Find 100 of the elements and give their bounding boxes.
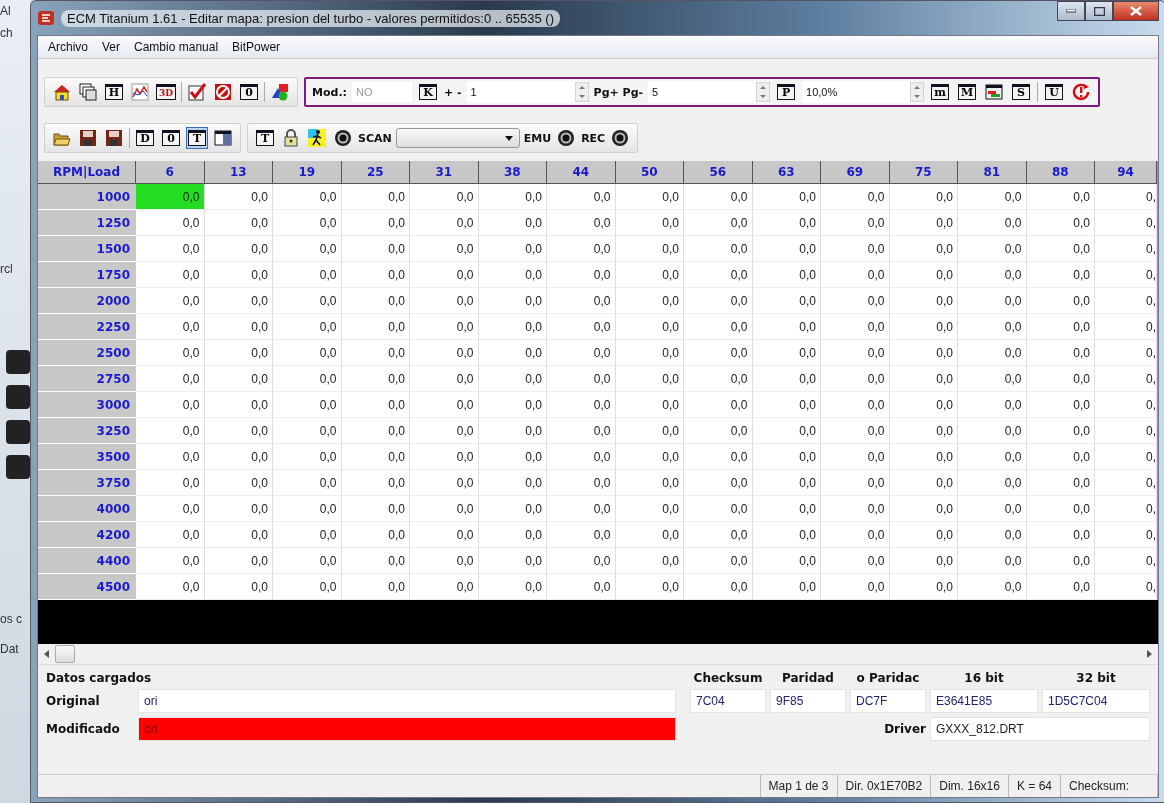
table-cell[interactable]: 0,0 <box>1026 496 1095 522</box>
table-cell[interactable]: 0,0 <box>273 418 342 444</box>
table-cell[interactable]: 0,0 <box>615 496 684 522</box>
table-cell[interactable]: 0,0 <box>615 236 684 262</box>
table-cell[interactable]: 0,0 <box>547 288 616 314</box>
table-cell[interactable]: 0,0 <box>341 314 410 340</box>
table-cell[interactable]: 0,0 <box>478 366 547 392</box>
table-cell[interactable]: 0,0 <box>547 418 616 444</box>
table-cell[interactable]: 0,0 <box>958 184 1027 210</box>
table-cell[interactable]: 0,0 <box>615 392 684 418</box>
table-cell[interactable]: 0,0 <box>821 548 890 574</box>
table-cell[interactable]: 0,0 <box>136 262 205 288</box>
table-cell[interactable]: 0,0 <box>273 392 342 418</box>
table-cell[interactable]: 0,0 <box>615 262 684 288</box>
spinner-icon[interactable] <box>574 82 589 102</box>
table-cell[interactable]: 0,0 <box>204 236 273 262</box>
table-cell[interactable]: 0,0 <box>204 210 273 236</box>
table-cell[interactable]: 0,0 <box>684 288 753 314</box>
table-cell[interactable]: 0,0 <box>615 548 684 574</box>
table-cell[interactable]: 0,0 <box>1026 366 1095 392</box>
table-cell[interactable]: 0, <box>1095 366 1157 392</box>
table-cell[interactable]: 0,0 <box>136 340 205 366</box>
scroll-thumb[interactable] <box>55 645 75 663</box>
table-cell[interactable]: 0,0 <box>341 184 410 210</box>
table-cell[interactable]: 0, <box>1095 392 1157 418</box>
table-cell[interactable]: 0,0 <box>204 444 273 470</box>
table-cell[interactable]: 0,0 <box>889 392 958 418</box>
table-cell[interactable]: 0,0 <box>204 366 273 392</box>
table-cell[interactable]: 0,0 <box>478 444 547 470</box>
toolbar-button[interactable] <box>77 81 99 103</box>
table-cell[interactable]: 0,0 <box>1026 392 1095 418</box>
table-cell[interactable]: 0,0 <box>958 366 1027 392</box>
menu-item[interactable]: BitPower <box>226 39 287 55</box>
menu-item[interactable]: Archivo <box>42 39 94 55</box>
table-cell[interactable]: 0,0 <box>889 288 958 314</box>
table-cell[interactable]: 0,0 <box>1026 288 1095 314</box>
toolbar-button[interactable] <box>103 127 125 149</box>
table-cell[interactable]: 0,0 <box>410 548 479 574</box>
table-cell[interactable]: 0,0 <box>410 262 479 288</box>
table-cell[interactable]: 0,0 <box>478 184 547 210</box>
table-cell[interactable]: 0,0 <box>821 262 890 288</box>
toolbar-button[interactable] <box>129 81 151 103</box>
table-cell[interactable]: 0,0 <box>410 210 479 236</box>
table-cell[interactable]: 0,0 <box>547 548 616 574</box>
table-cell[interactable]: 0,0 <box>889 548 958 574</box>
table-cell[interactable]: 0,0 <box>410 418 479 444</box>
table-cell[interactable]: 0,0 <box>341 340 410 366</box>
table-cell[interactable]: 0,0 <box>410 522 479 548</box>
table-cell[interactable]: 0,0 <box>341 262 410 288</box>
table-cell[interactable]: 0,0 <box>136 548 205 574</box>
table-cell[interactable]: 0, <box>1095 210 1157 236</box>
table-cell[interactable]: 0, <box>1095 340 1157 366</box>
table-cell[interactable]: 0,0 <box>204 262 273 288</box>
table-cell[interactable]: 0,0 <box>478 548 547 574</box>
spin-field[interactable]: 5 <box>648 81 771 103</box>
table-cell[interactable]: 0,0 <box>341 470 410 496</box>
table-cell[interactable]: 0,0 <box>341 210 410 236</box>
table-cell[interactable]: 0,0 <box>821 392 890 418</box>
table-cell[interactable]: 0,0 <box>752 340 821 366</box>
table-cell[interactable]: 0, <box>1095 262 1157 288</box>
table-cell[interactable]: 0,0 <box>615 444 684 470</box>
toolbar-button[interactable] <box>306 127 328 149</box>
table-cell[interactable]: 0,0 <box>958 392 1027 418</box>
table-cell[interactable]: 0, <box>1095 496 1157 522</box>
table-cell[interactable]: 0,0 <box>958 340 1027 366</box>
table-cell[interactable]: 0,0 <box>1026 236 1095 262</box>
table-cell[interactable]: 0,0 <box>547 470 616 496</box>
table-cell[interactable]: 0,0 <box>273 184 342 210</box>
table-cell[interactable]: 0,0 <box>136 210 205 236</box>
table-cell[interactable]: 0,0 <box>821 366 890 392</box>
menu-item[interactable]: Ver <box>96 39 127 55</box>
table-cell[interactable]: 0,0 <box>752 236 821 262</box>
table-cell[interactable]: 0,0 <box>615 184 684 210</box>
table-cell[interactable]: 0,0 <box>958 236 1027 262</box>
table-cell[interactable]: 0,0 <box>410 392 479 418</box>
table-cell[interactable]: 0,0 <box>341 392 410 418</box>
table-cell[interactable]: 0,0 <box>478 210 547 236</box>
table-cell[interactable]: 0,0 <box>478 470 547 496</box>
table-cell[interactable]: 0,0 <box>958 288 1027 314</box>
toolbar-button[interactable] <box>269 81 291 103</box>
table-cell[interactable]: 0,0 <box>136 288 205 314</box>
table-cell[interactable]: 0,0 <box>684 392 753 418</box>
table-cell[interactable]: 0,0 <box>889 444 958 470</box>
table-cell[interactable]: 0,0 <box>136 522 205 548</box>
table-cell[interactable]: 0,0 <box>752 522 821 548</box>
table-cell[interactable]: 0,0 <box>204 184 273 210</box>
table-cell[interactable]: 0,0 <box>410 184 479 210</box>
table-cell[interactable]: 0,0 <box>889 340 958 366</box>
table-cell[interactable]: 0,0 <box>478 392 547 418</box>
table-cell[interactable]: 0,0 <box>615 470 684 496</box>
table-cell[interactable]: 0,0 <box>478 314 547 340</box>
table-cell[interactable]: 0,0 <box>136 418 205 444</box>
table-cell[interactable]: 0,0 <box>752 392 821 418</box>
table-cell[interactable]: 0,0 <box>204 470 273 496</box>
table-cell[interactable]: 0,0 <box>478 522 547 548</box>
table-cell[interactable]: 0,0 <box>410 496 479 522</box>
table-cell[interactable]: 0,0 <box>889 496 958 522</box>
table-cell[interactable]: 0,0 <box>958 314 1027 340</box>
table-cell[interactable]: 0,0 <box>821 470 890 496</box>
table-cell[interactable]: 0,0 <box>136 236 205 262</box>
